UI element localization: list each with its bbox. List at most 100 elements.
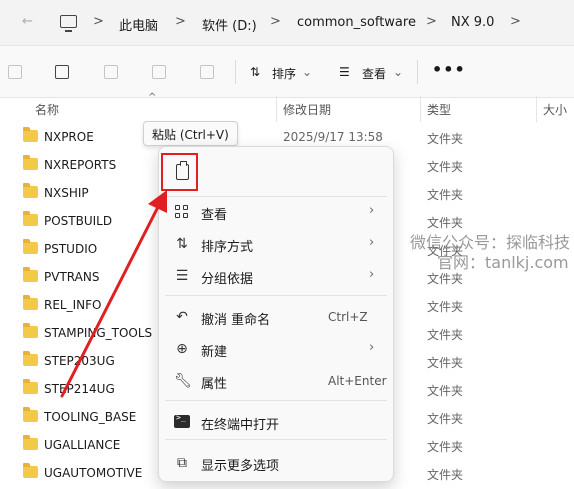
menu-item-label: 排序方式: [201, 240, 254, 255]
folder-icon: [23, 463, 38, 478]
file-name: PSTUDIO: [44, 242, 98, 256]
menu-item-label: 显示更多选项: [201, 459, 280, 474]
file-name: NXSHIP: [44, 186, 89, 200]
more-options-button[interactable]: •••: [432, 60, 466, 79]
menu-item-label: 新建: [201, 345, 228, 360]
toolbar-divider: [235, 60, 236, 84]
undo-icon: ↶: [176, 309, 188, 325]
column-header-date[interactable]: 修改日期: [283, 101, 331, 118]
folder-icon: [23, 295, 38, 310]
file-type: 文件夹: [427, 188, 464, 202]
file-type: 文件夹: [427, 384, 464, 398]
terminal-icon: [174, 413, 190, 428]
menu-item-view[interactable]: 查看 ›: [159, 197, 393, 227]
shortcut-text: Ctrl+Z: [328, 310, 368, 324]
file-name: NXPROE: [44, 130, 94, 144]
breadcrumb-separator: >: [426, 14, 437, 29]
menu-item-sort[interactable]: ⇅ 排序方式 ›: [159, 229, 393, 259]
breadcrumb-separator: >: [93, 14, 104, 29]
sort-icon: ⇅: [176, 236, 188, 252]
folder-icon: [23, 379, 38, 394]
chevron-right-icon: ›: [369, 340, 375, 355]
toolbar-divider: [417, 60, 418, 84]
address-bar[interactable]: ← > 此电脑 > 软件 (D:) > common_software > NX…: [0, 0, 574, 46]
this-pc-icon: [60, 15, 77, 32]
chevron-down-icon: ⌄: [393, 65, 404, 79]
file-type: 文件夹: [427, 440, 464, 454]
chevron-right-icon: ›: [369, 203, 375, 218]
file-name: PVTRANS: [44, 270, 100, 284]
file-name: NXREPORTS: [44, 158, 117, 172]
sort-caret-icon: ^: [148, 92, 157, 103]
menu-item-group[interactable]: ☰ 分组依据 ›: [159, 261, 393, 291]
menu-item-label: 查看: [201, 208, 228, 223]
folder-icon: [23, 155, 38, 170]
file-date: 2025/9/17 13:58: [283, 130, 383, 144]
command-bar: ⇅ 排序 ⌄ ☰ 查看 ⌄ •••: [0, 46, 574, 98]
column-divider[interactable]: [276, 96, 277, 122]
breadcrumb-separator: >: [510, 14, 521, 29]
menu-item-show-more-options[interactable]: ⧉ 显示更多选项: [159, 448, 393, 478]
menu-divider: [165, 295, 387, 296]
copy-icon[interactable]: [8, 65, 22, 79]
menu-item-open-terminal[interactable]: 在终端中打开: [159, 407, 393, 437]
file-type: 文件夹: [427, 160, 464, 174]
file-name: TOOLING_BASE: [44, 410, 137, 424]
file-type: 文件夹: [427, 468, 464, 482]
paste-highlight-box[interactable]: [161, 153, 198, 191]
breadcrumb-separator: >: [270, 14, 281, 29]
file-type: 文件夹: [427, 132, 464, 146]
paste-icon[interactable]: [55, 65, 69, 79]
folder-icon: [23, 435, 38, 450]
breadcrumb-drive-d[interactable]: 软件 (D:): [202, 15, 257, 34]
paste-tooltip: 粘贴 (Ctrl+V): [143, 121, 238, 146]
folder-icon: [23, 239, 38, 254]
column-divider[interactable]: [420, 96, 421, 122]
breadcrumb-common-software[interactable]: common_software: [297, 15, 416, 30]
file-name: REL_INFO: [44, 298, 102, 312]
chevron-right-icon: ›: [369, 235, 375, 250]
menu-item-undo-rename[interactable]: ↶ 撤消 重命名 Ctrl+Z: [159, 302, 393, 332]
back-nav-icon[interactable]: ←: [22, 14, 33, 29]
folder-icon: [23, 351, 38, 366]
menu-item-label: 撤消 重命名: [201, 313, 271, 328]
menu-item-new[interactable]: ⊕ 新建 ›: [159, 334, 393, 364]
shortcut-text: Alt+Enter: [328, 374, 387, 388]
share-icon[interactable]: [152, 65, 166, 79]
breadcrumb-this-pc[interactable]: 此电脑: [119, 15, 158, 34]
folder-icon: [23, 183, 38, 198]
file-type: 文件夹: [427, 412, 464, 426]
folder-icon: [23, 127, 38, 142]
rename-icon[interactable]: [104, 65, 118, 79]
folder-icon: [23, 267, 38, 282]
menu-divider: [165, 400, 387, 401]
file-name: UGAUTOMOTIVE: [44, 466, 143, 480]
view-button[interactable]: 查看: [362, 65, 386, 82]
column-header-name[interactable]: 名称: [35, 101, 59, 118]
chevron-right-icon: ›: [369, 267, 375, 282]
file-name: UGALLIANCE: [44, 438, 121, 452]
file-type: 文件夹: [427, 356, 464, 370]
plus-circle-icon: ⊕: [176, 341, 188, 357]
menu-item-label: 属性: [201, 377, 228, 392]
context-menu: 查看 › ⇅ 排序方式 › ☰ 分组依据 › ↶ 撤消 重命名 Ctrl+Z ⊕…: [158, 146, 394, 482]
menu-item-label: 分组依据: [201, 272, 254, 287]
breadcrumb-nx9[interactable]: NX 9.0: [451, 15, 494, 30]
column-divider[interactable]: [536, 96, 537, 122]
delete-icon[interactable]: [200, 65, 214, 79]
file-type: 文件夹: [427, 300, 464, 314]
chevron-down-icon: ⌄: [302, 65, 313, 79]
paste-icon[interactable]: [176, 161, 189, 180]
watermark-line-2: 官网：tanlkj.com: [437, 253, 569, 272]
column-header-type[interactable]: 类型: [427, 101, 451, 118]
file-name: STEP203UG: [44, 354, 115, 368]
group-list-icon: ☰: [175, 268, 189, 284]
expand-icon: ⧉: [177, 455, 187, 471]
column-header-size[interactable]: 大小: [543, 101, 567, 118]
folder-icon: [23, 407, 38, 422]
menu-item-properties[interactable]: 🔧︎ 属性 Alt+Enter: [159, 366, 393, 396]
view-icon: ☰: [339, 65, 350, 79]
sort-button[interactable]: 排序: [272, 65, 296, 82]
sort-icon: ⇅: [250, 65, 261, 79]
file-name: POSTBUILD: [44, 214, 113, 228]
